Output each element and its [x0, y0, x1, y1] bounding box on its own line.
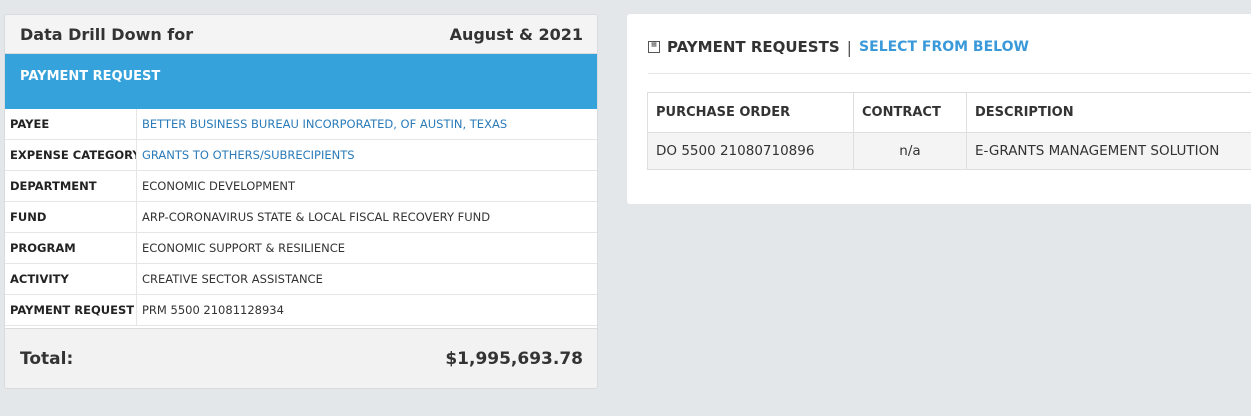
form-icon: ▦	[648, 41, 660, 53]
description-cell: E-GRANTS MANAGEMENT SOLUTION	[966, 132, 1251, 170]
detail-label: PAYMENT REQUEST	[5, 294, 137, 326]
drill-down-title: Data Drill Down for	[20, 24, 194, 44]
program-value: ECONOMIC SUPPORT & RESILIENCE	[136, 232, 597, 264]
detail-row-program: PROGRAM ECONOMIC SUPPORT & RESILIENCE	[5, 232, 597, 264]
total-value: $1,995,693.78	[445, 348, 583, 369]
drill-down-header: Data Drill Down for August & 2021	[5, 15, 597, 54]
payment-requests-panel: ▦ PAYMENT REQUESTS | SELECT FROM BELOW P…	[627, 14, 1251, 204]
table-header-row: PURCHASE ORDER CONTRACT DESCRIPTION	[647, 92, 1251, 133]
detail-row-expense-category: EXPENSE CATEGORY GRANTS TO OTHERS/SUBREC…	[5, 139, 597, 171]
detail-label: ACTIVITY	[5, 263, 137, 295]
payment-request-value: PRM 5500 21081128934	[136, 294, 597, 326]
drill-down-period: August & 2021	[449, 24, 583, 44]
detail-label: FUND	[5, 201, 137, 233]
header-divider	[648, 73, 1251, 74]
payment-requests-header: ▦ PAYMENT REQUESTS | SELECT FROM BELOW	[648, 36, 1251, 58]
data-drill-down-panel: Data Drill Down for August & 2021 PAYMEN…	[4, 14, 598, 389]
detail-label: PAYEE	[5, 109, 137, 140]
detail-label: PROGRAM	[5, 232, 137, 264]
fund-value: ARP-CORONAVIRUS STATE & LOCAL FISCAL REC…	[136, 201, 597, 233]
department-value: ECONOMIC DEVELOPMENT	[136, 170, 597, 202]
table-row[interactable]: DO 5500 21080710896 n/a E-GRANTS MANAGEM…	[647, 132, 1251, 170]
details-table: PAYEE BETTER BUSINESS BUREAU INCORPORATE…	[5, 109, 597, 326]
activity-value: CREATIVE SECTOR ASSISTANCE	[136, 263, 597, 295]
detail-row-payment-request: PAYMENT REQUEST PRM 5500 21081128934	[5, 294, 597, 326]
select-from-below: SELECT FROM BELOW	[859, 39, 1029, 55]
total-bar: Total: $1,995,693.78	[5, 328, 597, 388]
expense-category-link[interactable]: GRANTS TO OTHERS/SUBRECIPIENTS	[136, 139, 597, 171]
payment-request-banner: PAYMENT REQUEST	[5, 54, 597, 109]
detail-row-department: DEPARTMENT ECONOMIC DEVELOPMENT	[5, 170, 597, 202]
header-separator: |	[846, 37, 853, 57]
detail-row-activity: ACTIVITY CREATIVE SECTOR ASSISTANCE	[5, 263, 597, 295]
purchase-order-cell[interactable]: DO 5500 21080710896	[647, 132, 854, 170]
payment-requests-title: PAYMENT REQUESTS	[667, 38, 840, 56]
detail-label: EXPENSE CATEGORY	[5, 139, 137, 171]
column-header-contract[interactable]: CONTRACT	[853, 92, 967, 133]
detail-label: DEPARTMENT	[5, 170, 137, 202]
column-header-purchase-order[interactable]: PURCHASE ORDER	[647, 92, 854, 133]
detail-row-payee: PAYEE BETTER BUSINESS BUREAU INCORPORATE…	[5, 109, 597, 140]
total-label: Total:	[20, 348, 74, 369]
payment-requests-table: PURCHASE ORDER CONTRACT DESCRIPTION DO 5…	[647, 92, 1251, 170]
contract-cell: n/a	[853, 132, 967, 170]
detail-row-fund: FUND ARP-CORONAVIRUS STATE & LOCAL FISCA…	[5, 201, 597, 233]
column-header-description[interactable]: DESCRIPTION	[966, 92, 1251, 133]
payee-link[interactable]: BETTER BUSINESS BUREAU INCORPORATED, OF …	[136, 109, 597, 140]
